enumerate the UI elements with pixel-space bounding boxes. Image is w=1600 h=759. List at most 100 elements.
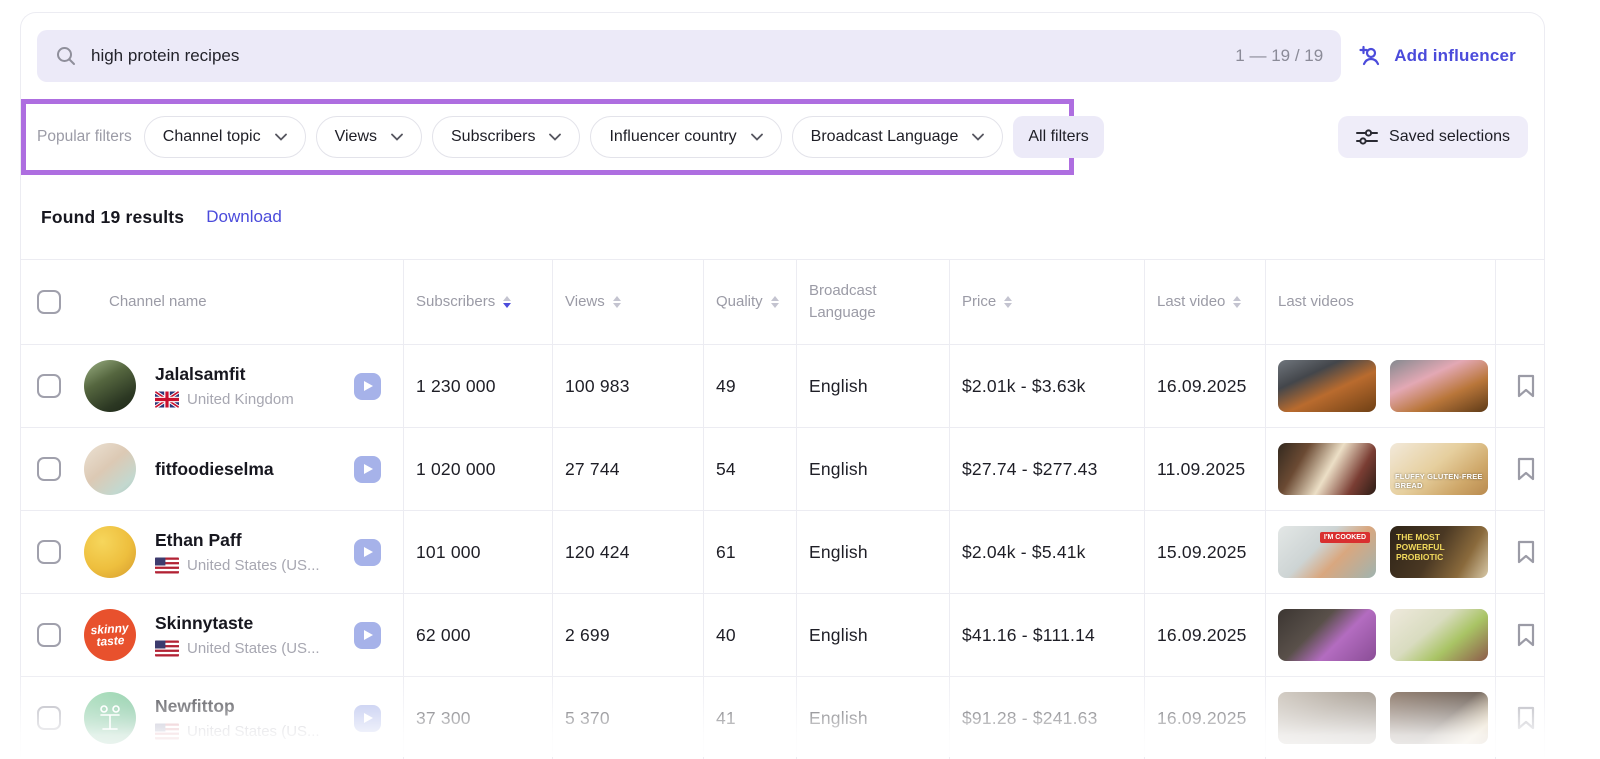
- header-price[interactable]: Price: [949, 260, 1144, 344]
- subscribers-cell: 37 300: [403, 677, 552, 759]
- header-broadcast-language: Broadcast Language: [796, 260, 949, 344]
- video-thumbnail[interactable]: [1278, 609, 1376, 661]
- table-row[interactable]: Ethan Paff United States (US...: [21, 510, 1544, 593]
- filter-influencer-country[interactable]: Influencer country: [590, 116, 781, 158]
- row-checkbox[interactable]: [37, 457, 61, 481]
- thumbnail-caption: I'M COOKED: [1320, 532, 1370, 543]
- channel-name[interactable]: Ethan Paff: [155, 530, 320, 551]
- language-cell: English: [796, 594, 949, 676]
- chevron-down-icon: [275, 133, 287, 141]
- popular-filters-highlight-box: Popular filters Channel topic Views Subs…: [21, 99, 1074, 175]
- channel-country: United States (US...: [187, 640, 320, 657]
- header-channel-name: Channel name: [21, 260, 403, 344]
- us-flag-icon: [155, 557, 179, 574]
- download-link[interactable]: Download: [206, 207, 282, 227]
- language-cell: English: [796, 677, 949, 759]
- quality-cell: 40: [703, 594, 796, 676]
- video-thumbnail[interactable]: [1390, 692, 1488, 744]
- channel-avatar: [84, 360, 136, 412]
- header-last-video[interactable]: Last video: [1144, 260, 1265, 344]
- search-icon: [55, 45, 77, 67]
- language-cell: English: [796, 345, 949, 427]
- last-video-cell: 15.09.2025: [1144, 511, 1265, 593]
- video-thumbnail[interactable]: THE MOST POWERFUL PROBIOTIC: [1390, 526, 1488, 578]
- add-influencer-button[interactable]: Add influencer: [1359, 45, 1516, 67]
- results-table: Channel name Subscribers Views Quality B…: [21, 259, 1544, 759]
- channel-name[interactable]: fitfoodieselma: [155, 459, 274, 480]
- search-input[interactable]: [91, 46, 1221, 66]
- search-row: 1 — 19 / 19 Add influencer: [21, 13, 1544, 96]
- bookmark-icon[interactable]: [1517, 457, 1535, 481]
- channel-name[interactable]: Skinnytaste: [155, 613, 320, 634]
- filter-views[interactable]: Views: [316, 116, 422, 158]
- table-row[interactable]: Newfittop United States (US...: [21, 676, 1544, 759]
- main-panel: 1 — 19 / 19 Add influencer Popular filte…: [20, 12, 1545, 757]
- last-videos-cell: [1265, 345, 1495, 427]
- subscribers-cell: 101 000: [403, 511, 552, 593]
- views-cell: 120 424: [552, 511, 703, 593]
- header-subscribers[interactable]: Subscribers: [403, 260, 552, 344]
- quality-cell: 49: [703, 345, 796, 427]
- table-row[interactable]: skinny taste Skinnytaste Unit: [21, 593, 1544, 676]
- row-checkbox[interactable]: [37, 374, 61, 398]
- video-thumbnail[interactable]: [1390, 609, 1488, 661]
- all-filters-button[interactable]: All filters: [1013, 116, 1103, 158]
- avatar-line-art: [93, 701, 127, 735]
- row-checkbox[interactable]: [37, 623, 61, 647]
- search-box[interactable]: 1 — 19 / 19: [37, 30, 1341, 82]
- thumbnail-caption: FLUFFY GLUTEN-FREE BREAD: [1395, 472, 1488, 490]
- sort-last-video-icon[interactable]: [1233, 296, 1241, 308]
- channel-name[interactable]: Jalalsamfit: [155, 364, 294, 385]
- language-cell: English: [796, 511, 949, 593]
- channel-country: United Kingdom: [187, 391, 294, 408]
- row-checkbox[interactable]: [37, 540, 61, 564]
- filter-channel-topic[interactable]: Channel topic: [144, 116, 306, 158]
- youtube-play-button[interactable]: [354, 539, 381, 566]
- channel-avatar: skinny taste: [84, 609, 136, 661]
- header-quality[interactable]: Quality: [703, 260, 796, 344]
- channel-cell: Jalalsamfit United Kingdom: [21, 345, 403, 427]
- filter-views-label: Views: [335, 128, 377, 146]
- sort-price-icon[interactable]: [1004, 296, 1012, 308]
- video-thumbnail[interactable]: [1390, 360, 1488, 412]
- sort-views-icon[interactable]: [613, 296, 621, 308]
- sort-subscribers-icon[interactable]: [503, 296, 511, 308]
- last-videos-cell: [1265, 677, 1495, 759]
- language-cell: English: [796, 428, 949, 510]
- sort-quality-icon[interactable]: [771, 296, 779, 308]
- bookmark-icon[interactable]: [1517, 623, 1535, 647]
- channel-avatar: [84, 443, 136, 495]
- found-results-label: Found 19 results: [41, 207, 184, 228]
- youtube-play-button[interactable]: [354, 622, 381, 649]
- avatar-logo-text: skinny taste: [84, 621, 136, 649]
- last-video-cell: 11.09.2025: [1144, 428, 1265, 510]
- saved-selections-button[interactable]: Saved selections: [1338, 116, 1528, 158]
- select-all-checkbox[interactable]: [37, 290, 61, 314]
- video-thumbnail[interactable]: [1278, 443, 1376, 495]
- youtube-play-button[interactable]: [354, 705, 381, 732]
- video-thumbnail[interactable]: FLUFFY GLUTEN-FREE BREAD: [1390, 443, 1488, 495]
- bookmark-icon[interactable]: [1517, 706, 1535, 730]
- filter-influencer-country-label: Influencer country: [609, 128, 736, 146]
- video-thumbnail[interactable]: [1278, 360, 1376, 412]
- channel-name[interactable]: Newfittop: [155, 696, 320, 717]
- channel-cell: fitfoodieselma: [21, 428, 403, 510]
- bookmark-icon[interactable]: [1517, 374, 1535, 398]
- video-thumbnail[interactable]: I'M COOKED: [1278, 526, 1376, 578]
- youtube-play-button[interactable]: [354, 456, 381, 483]
- table-row[interactable]: Jalalsamfit United Kingdom 1 230 0: [21, 344, 1544, 427]
- filter-broadcast-language[interactable]: Broadcast Language: [792, 116, 1004, 158]
- price-cell: $2.04k - $5.41k: [949, 511, 1144, 593]
- table-row[interactable]: fitfoodieselma 1 020 000 27 744 54 Engli…: [21, 427, 1544, 510]
- filter-subscribers[interactable]: Subscribers: [432, 116, 580, 158]
- video-thumbnail[interactable]: [1278, 692, 1376, 744]
- header-views[interactable]: Views: [552, 260, 703, 344]
- quality-cell: 41: [703, 677, 796, 759]
- bookmark-icon[interactable]: [1517, 540, 1535, 564]
- row-checkbox[interactable]: [37, 706, 61, 730]
- youtube-play-button[interactable]: [354, 373, 381, 400]
- add-person-icon: [1359, 45, 1384, 67]
- channel-cell: Newfittop United States (US...: [21, 677, 403, 759]
- price-cell: $27.74 - $277.43: [949, 428, 1144, 510]
- header-last-videos-label: Last videos: [1278, 291, 1354, 314]
